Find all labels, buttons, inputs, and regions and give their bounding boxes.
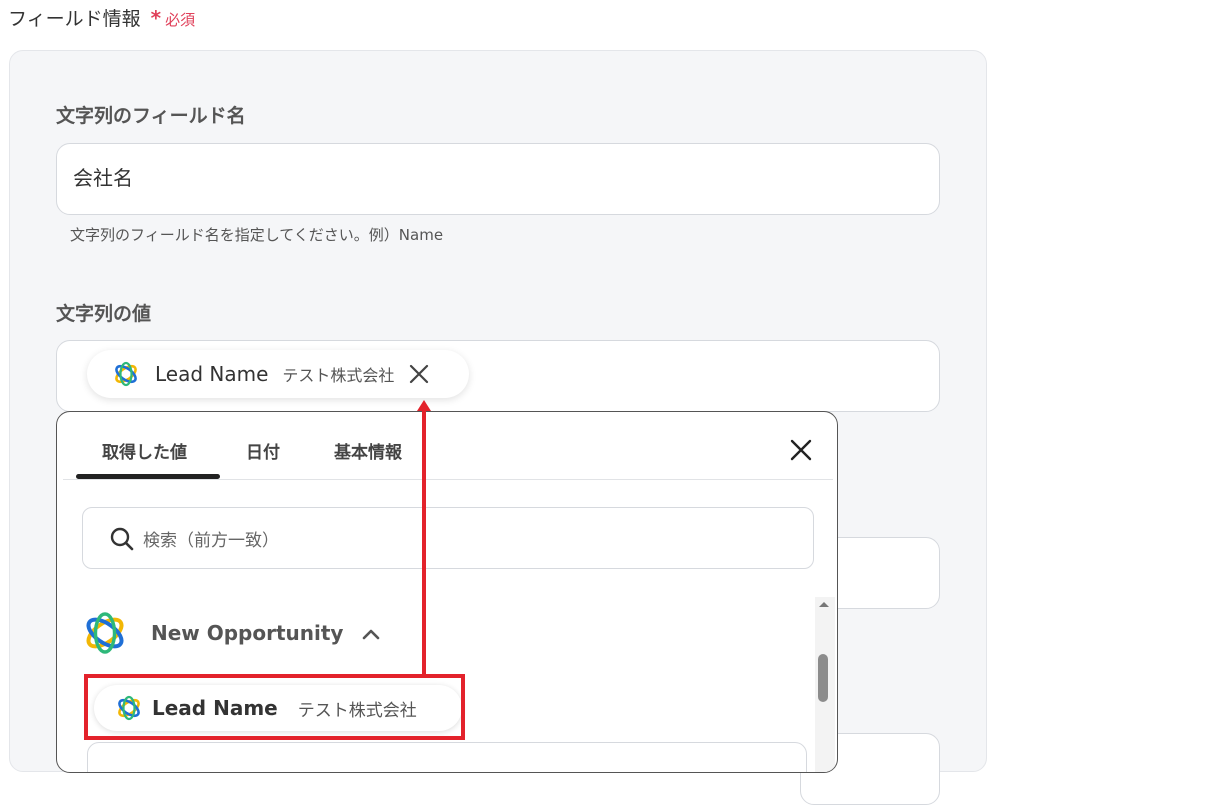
close-icon[interactable] <box>408 363 430 385</box>
search-placeholder: 検索（前方一致） <box>143 531 279 551</box>
annotation-highlight-box <box>84 674 465 740</box>
field-name-value: 会社名 <box>73 166 133 190</box>
scroll-up-arrow-icon[interactable] <box>817 599 831 609</box>
tab-divider <box>63 479 833 480</box>
field-name-input[interactable]: 会社名 <box>56 143 940 215</box>
annotation-arrow-line <box>422 410 426 678</box>
required-label: 必須 <box>165 11 196 29</box>
tab-date[interactable]: 日付 <box>246 438 280 463</box>
close-dropdown-icon[interactable] <box>789 438 813 462</box>
search-icon <box>110 527 134 551</box>
scrollbar-thumb[interactable] <box>818 654 828 702</box>
chip-sample: テスト株式会社 <box>282 366 395 385</box>
field-name-label: 文字列のフィールド名 <box>56 105 246 127</box>
required-badge: * 必須 <box>151 6 196 30</box>
field-value-label: 文字列の値 <box>56 303 152 325</box>
annotation-arrow-head <box>417 400 431 411</box>
value-chip[interactable]: Lead Name テスト株式会社 <box>87 350 469 398</box>
search-input[interactable]: 検索（前方一致） <box>82 507 814 569</box>
tab-acquired-values[interactable]: 取得した値 <box>102 438 187 463</box>
app-logo-icon <box>115 361 137 387</box>
group-logo-icon <box>86 612 124 654</box>
section-title: フィールド情報 * 必須 <box>8 4 195 31</box>
tab-basic-info[interactable]: 基本情報 <box>334 438 402 463</box>
chip-name: Lead Name <box>155 362 269 386</box>
field-name-hint: 文字列のフィールド名を指定してください。例）Name <box>70 226 444 244</box>
group-title[interactable]: New Opportunity <box>151 621 343 645</box>
chevron-up-icon[interactable] <box>361 626 381 642</box>
required-star: * <box>150 6 162 30</box>
section-title-text: フィールド情報 <box>8 8 141 30</box>
